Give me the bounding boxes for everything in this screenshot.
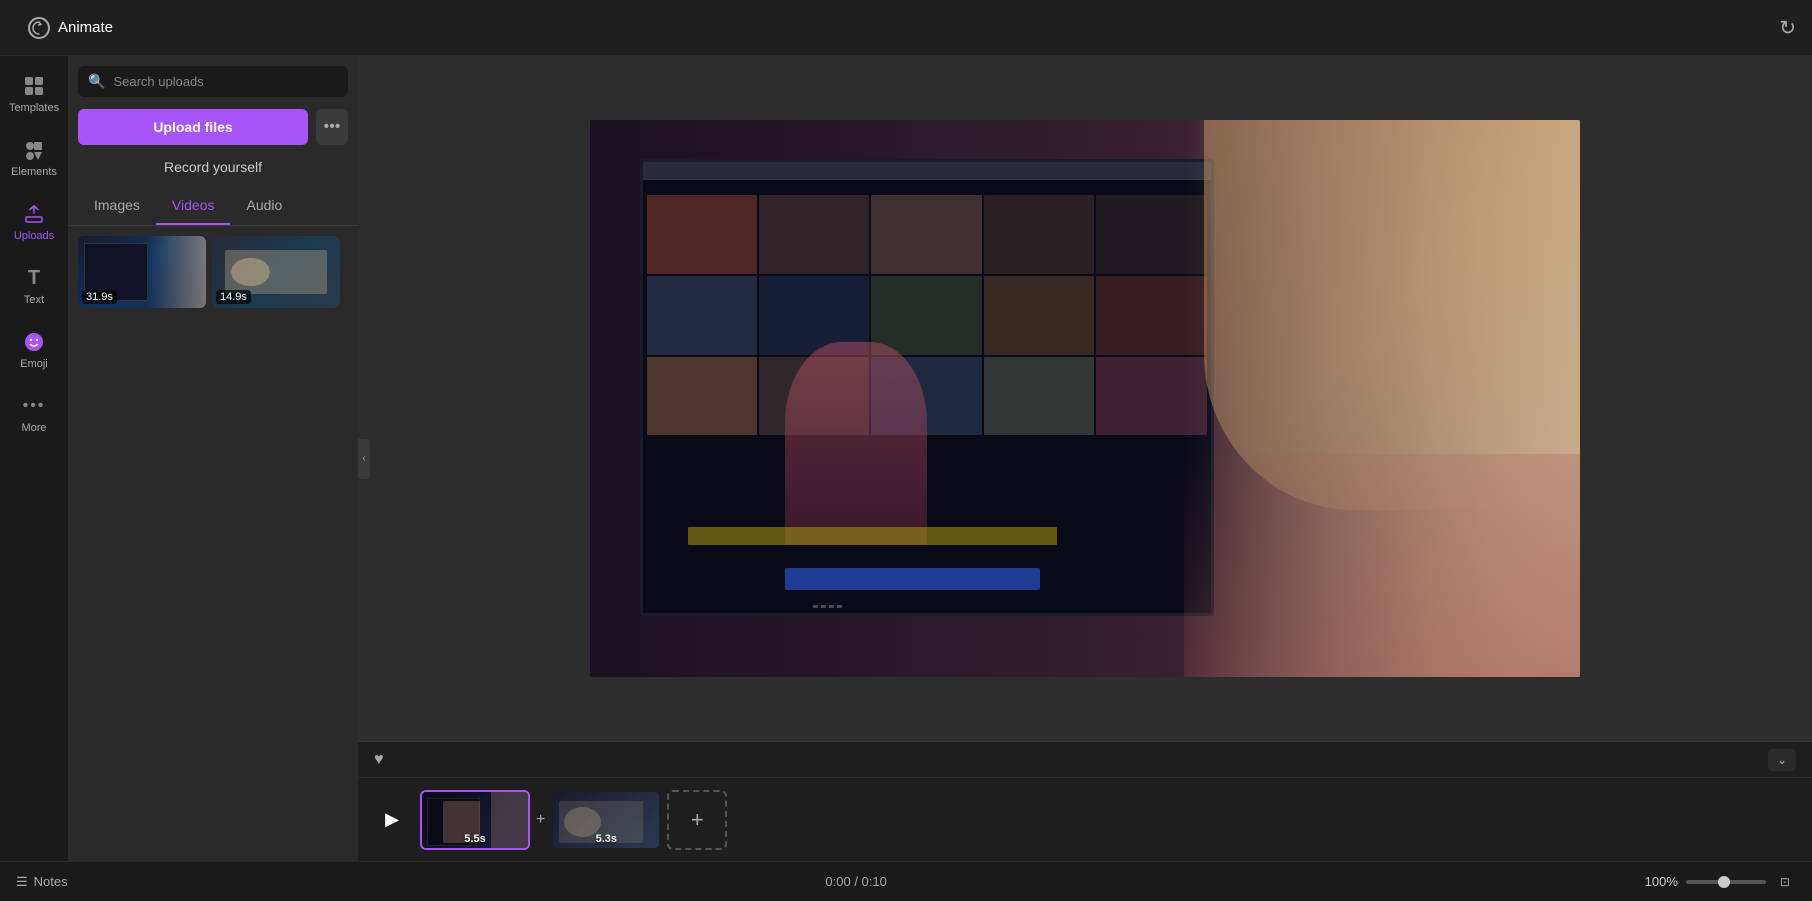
templates-icon: [22, 74, 46, 98]
sidebar-icons: Templates Elements Uploads: [0, 56, 68, 861]
add-clip-icon: +: [691, 807, 704, 833]
fit-button[interactable]: ⊡: [1774, 873, 1796, 891]
timeline-content: ▶ 5.5s +: [358, 778, 1812, 861]
animate-button[interactable]: Animate: [16, 11, 125, 45]
tab-audio[interactable]: Audio: [230, 187, 298, 225]
tab-videos-label: Videos: [172, 197, 215, 213]
zoom-slider[interactable]: [1686, 880, 1766, 884]
video-duration-1: 31.9s: [82, 290, 117, 304]
preview-container: [358, 56, 1812, 741]
sidebar-item-elements[interactable]: Elements: [4, 128, 64, 188]
status-bar: ☰ Notes 0:00 / 0:10 100% ⊡: [0, 861, 1812, 901]
preview-canvas: [590, 120, 1580, 677]
sidebar-item-label: Emoji: [20, 358, 48, 370]
expand-icon: ⌄: [1777, 753, 1787, 767]
zoom-level: 100%: [1645, 874, 1678, 889]
tab-images[interactable]: Images: [78, 187, 156, 225]
text-icon: T: [22, 266, 46, 290]
elements-icon: [22, 138, 46, 162]
play-button[interactable]: ▶: [374, 802, 410, 838]
notes-label: Notes: [34, 874, 68, 889]
sidebar-item-label: Text: [24, 294, 44, 306]
clip-track: 5.5s + 5.3s +: [420, 790, 1796, 850]
add-clip-button[interactable]: +: [667, 790, 727, 850]
more-icon: •••: [22, 394, 46, 418]
record-label: Record yourself: [164, 159, 262, 175]
sidebar-item-label: Elements: [11, 166, 57, 178]
clip-2-duration: 5.3s: [596, 833, 617, 845]
video-thumb-1[interactable]: 31.9s: [78, 236, 206, 308]
sidebar-item-label: Uploads: [14, 230, 54, 242]
expand-timeline-button[interactable]: ⌄: [1768, 749, 1796, 771]
play-icon: ▶: [385, 809, 399, 830]
sidebar-item-more[interactable]: ••• More: [4, 384, 64, 444]
sidebar-item-templates[interactable]: Templates: [4, 64, 64, 124]
search-wrap: 🔍: [78, 66, 348, 97]
record-yourself-button[interactable]: Record yourself: [68, 151, 358, 187]
clip-1-duration: 5.5s: [464, 833, 485, 845]
uploads-search-area: 🔍: [68, 56, 358, 103]
timeline-top: ♥ ⌄: [358, 742, 1812, 778]
upload-more-button[interactable]: •••: [316, 109, 348, 145]
video-preview: [590, 120, 1580, 677]
timeline-area: ♥ ⌄ ▶ 5.5s: [358, 741, 1812, 861]
clip-2[interactable]: 5.3s: [551, 790, 661, 850]
upload-files-button[interactable]: Upload files: [78, 109, 308, 145]
video-thumb-2[interactable]: 14.9s: [212, 236, 340, 308]
animate-icon: [28, 17, 50, 39]
search-icon: 🔍: [88, 73, 105, 90]
upload-files-label: Upload files: [153, 119, 232, 135]
tab-videos[interactable]: Videos: [156, 187, 231, 225]
video-duration-2: 14.9s: [216, 290, 251, 304]
uploads-panel: 🔍 Upload files ••• Record yourself Image…: [68, 56, 358, 861]
tab-images-label: Images: [94, 197, 140, 213]
media-tabs: Images Videos Audio: [68, 187, 358, 226]
animate-label: Animate: [58, 19, 113, 36]
refresh-icon[interactable]: ↻: [1779, 17, 1796, 39]
emoji-icon: [22, 330, 46, 354]
notes-button[interactable]: ☰ Notes: [16, 874, 68, 890]
notes-icon: ☰: [16, 874, 28, 890]
canvas-area: ♥ ⌄ ▶ 5.5s: [358, 56, 1812, 861]
sidebar-item-label: Templates: [9, 102, 59, 114]
clip-separator-1: +: [536, 811, 545, 829]
zoom-controls: 100% ⊡: [1645, 873, 1796, 891]
upload-files-row: Upload files •••: [68, 103, 358, 151]
sidebar-item-label: More: [21, 422, 46, 434]
time-display: 0:00 / 0:10: [825, 874, 886, 889]
search-input[interactable]: [113, 74, 338, 89]
sidebar-item-text[interactable]: T Text: [4, 256, 64, 316]
sidebar-item-uploads[interactable]: Uploads: [4, 192, 64, 252]
collapse-panel-button[interactable]: ‹: [358, 439, 370, 479]
fit-icon: ⊡: [1780, 875, 1790, 889]
uploads-icon: [22, 202, 46, 226]
sidebar-item-emoji[interactable]: Emoji: [4, 320, 64, 380]
tab-audio-label: Audio: [246, 197, 282, 213]
top-bar: Animate ↻: [0, 0, 1812, 56]
main-layout: Templates Elements Uploads: [0, 56, 1812, 861]
upload-more-icon: •••: [324, 118, 341, 136]
clip-1[interactable]: 5.5s: [420, 790, 530, 850]
heart-icon: ♥: [374, 751, 384, 769]
video-grid: 31.9s 14.9s: [68, 226, 358, 861]
